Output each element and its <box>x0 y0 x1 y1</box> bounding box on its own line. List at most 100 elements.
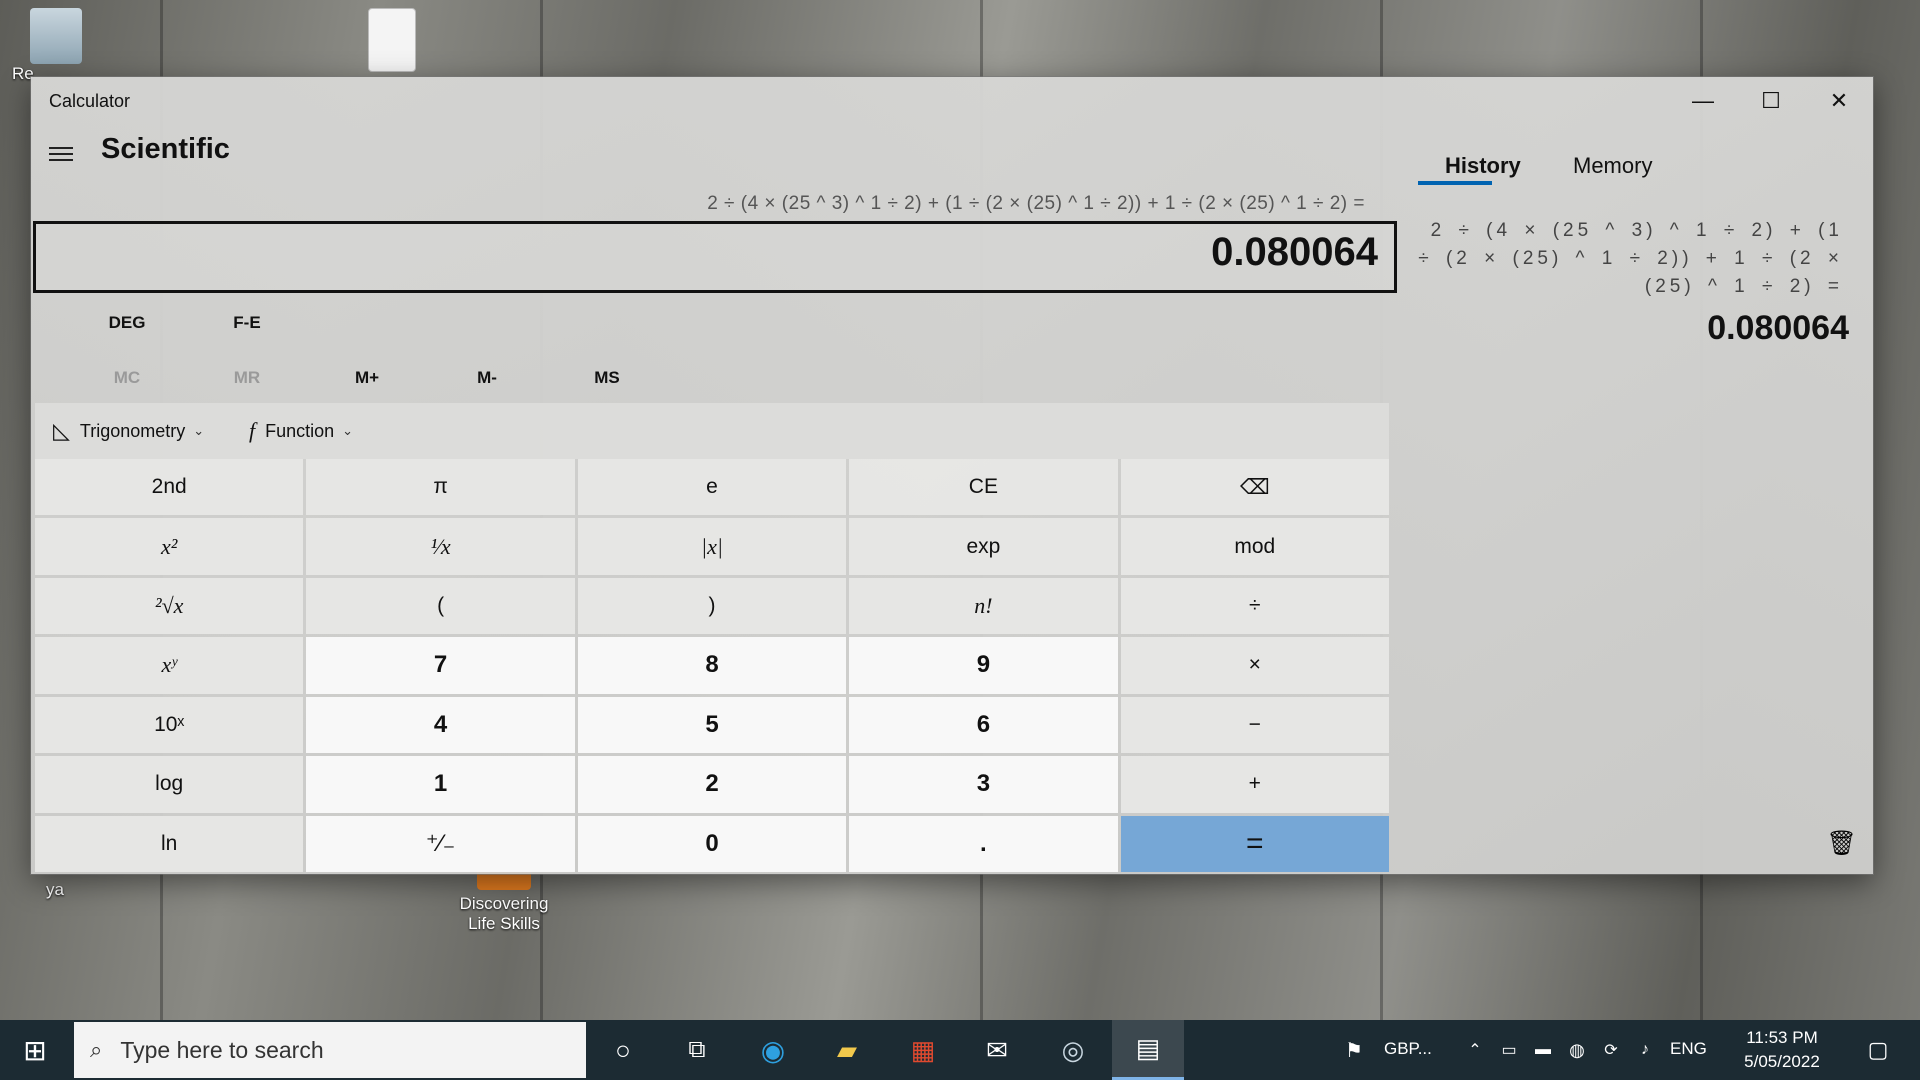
square-root-button[interactable]: ²√x <box>35 577 304 635</box>
absolute-button[interactable]: |x| <box>577 518 847 575</box>
triangle-icon: ◺ <box>53 418 70 443</box>
close-button[interactable]: ✕ <box>1805 77 1873 125</box>
chevron-up-icon[interactable]: ⌃ <box>1460 1020 1490 1080</box>
clear-entry-button[interactable]: CE <box>849 459 1118 516</box>
desktop-icon-recycle-bin[interactable]: Re <box>6 8 106 84</box>
document-icon <box>368 8 416 72</box>
camera-button[interactable]: ◎ <box>1040 1020 1106 1080</box>
digit-5-button[interactable]: 5 <box>577 696 847 754</box>
log-button[interactable]: log <box>35 756 304 813</box>
decimal-button[interactable]: . <box>849 815 1118 872</box>
notifications-icon[interactable]: ▢ <box>1850 1020 1906 1080</box>
factorial-button[interactable]: n! <box>849 577 1118 635</box>
hamburger-icon[interactable] <box>49 143 73 163</box>
memory-clear-button[interactable]: MC <box>67 353 187 403</box>
cortana-button[interactable]: ○ <box>590 1020 656 1080</box>
maximize-button[interactable]: ☐ <box>1737 77 1805 125</box>
open-paren-button[interactable]: ( <box>306 577 575 635</box>
e-button[interactable]: e <box>577 459 847 516</box>
chevron-down-icon: ⌄ <box>193 423 205 438</box>
function-dropdown[interactable]: f Function ⌄ <box>249 403 353 459</box>
clock-time: 11:53 PM <box>1746 1028 1818 1047</box>
digit-3-button[interactable]: 3 <box>849 756 1118 813</box>
digit-2-button[interactable]: 2 <box>577 756 847 813</box>
minimize-button[interactable]: — <box>1669 77 1737 125</box>
cortana-icon: ○ <box>615 1034 631 1065</box>
calculator-taskbar-button[interactable]: ▤ <box>1112 1020 1184 1080</box>
add-button[interactable]: + <box>1120 756 1389 813</box>
search-input[interactable]: ⌕ Type here to search <box>74 1022 586 1078</box>
memory-add-button[interactable]: M+ <box>307 353 427 403</box>
trigonometry-label: Trigonometry <box>79 420 186 441</box>
title-bar[interactable]: Calculator — ☐ ✕ <box>31 77 1873 125</box>
angle-unit-button[interactable]: DEG <box>67 298 187 348</box>
meet-icon[interactable]: ▭ <box>1494 1020 1524 1080</box>
start-button[interactable]: ⊞ <box>0 1020 70 1080</box>
mod-button[interactable]: mod <box>1120 518 1389 575</box>
reciprocal-button[interactable]: ¹⁄x <box>306 518 575 575</box>
pi-button[interactable]: π <box>306 459 575 516</box>
fe-button[interactable]: F-E <box>187 298 307 348</box>
digit-8-button[interactable]: 8 <box>577 637 847 694</box>
digit-0-button[interactable]: 0 <box>577 815 847 872</box>
tab-memory[interactable]: Memory <box>1573 153 1652 179</box>
tab-history[interactable]: History <box>1445 153 1521 179</box>
close-paren-button[interactable]: ) <box>577 577 847 635</box>
memory-recall-button[interactable]: MR <box>187 353 307 403</box>
digit-7-button[interactable]: 7 <box>306 637 575 694</box>
ln-button[interactable]: ln <box>35 815 304 872</box>
desktop-icon-ya[interactable]: ya <box>5 880 105 900</box>
calculator-header: Scientific <box>31 125 1401 185</box>
battery-icon[interactable]: ▬ <box>1528 1020 1558 1080</box>
desktop-icon-document[interactable] <box>342 8 442 72</box>
exp-button[interactable]: exp <box>849 518 1118 575</box>
task-view-button[interactable]: ⧉ <box>664 1020 730 1080</box>
recycle-bin-icon <box>30 8 82 64</box>
ten-power-button[interactable]: 10ˣ <box>35 696 304 754</box>
desktop-icon-label: ya <box>46 880 64 899</box>
task-view-icon: ⧉ <box>688 1036 706 1063</box>
history-entry-result[interactable]: 0.080064 <box>1707 309 1849 348</box>
power-button[interactable]: xʸ <box>35 637 304 694</box>
language-indicator[interactable]: ENG <box>1670 1039 1707 1059</box>
divide-button[interactable]: ÷ <box>1120 577 1389 635</box>
equals-button[interactable]: = <box>1120 815 1389 872</box>
square-button[interactable]: x² <box>35 518 304 575</box>
mail-button[interactable]: ✉ <box>964 1020 1030 1080</box>
file-explorer-button[interactable]: ▰ <box>814 1020 880 1080</box>
expression-display: 2 ÷ (4 × (25 ^ 3) ^ 1 ÷ 2) + (1 ÷ (2 × (… <box>707 193 1365 214</box>
digit-1-button[interactable]: 1 <box>306 756 575 813</box>
digit-4-button[interactable]: 4 <box>306 696 575 754</box>
edge-button[interactable]: ◉ <box>740 1020 806 1080</box>
volume-icon[interactable]: ♪ <box>1630 1020 1660 1080</box>
clock[interactable]: 11:53 PM 5/05/2022 <box>1724 1026 1840 1074</box>
sync-icon[interactable]: ⟳ <box>1596 1020 1626 1080</box>
currency-widget[interactable]: GBP... <box>1384 1039 1432 1059</box>
history-entry-expression[interactable]: 2 ÷ (4 × (25 ^ 3) ^ 1 ÷ 2) + (1 ÷ (2 × (… <box>1403 217 1843 301</box>
trash-icon[interactable]: 🗑 <box>1827 829 1857 858</box>
function-icon: f <box>249 418 256 443</box>
second-button[interactable]: 2nd <box>35 459 304 516</box>
windows-icon: ⊞ <box>23 1034 47 1066</box>
digit-9-button[interactable]: 9 <box>849 637 1118 694</box>
memory-subtract-button[interactable]: M- <box>427 353 547 403</box>
memory-store-button[interactable]: MS <box>547 353 667 403</box>
flag-icon[interactable]: ⚑ <box>1334 1020 1374 1080</box>
maximize-icon: ☐ <box>1761 88 1781 113</box>
trigonometry-dropdown[interactable]: ◺ Trigonometry ⌄ <box>53 403 204 459</box>
negate-button[interactable]: ⁺∕₋ <box>306 815 575 872</box>
store-button[interactable]: ▦ <box>890 1020 956 1080</box>
desktop-icon-discovering-life-skills[interactable]: Discovering Life Skills <box>452 870 556 934</box>
mode-title: Scientific <box>101 133 230 165</box>
subtract-button[interactable]: − <box>1120 696 1389 754</box>
multiply-button[interactable]: × <box>1120 637 1389 694</box>
digit-6-button[interactable]: 6 <box>849 696 1118 754</box>
network-icon[interactable]: ◍ <box>1562 1020 1592 1080</box>
result-value: 0.080064 <box>1211 230 1378 274</box>
mode-row: DEG F-E <box>31 298 1401 348</box>
backspace-button[interactable]: ⌫ <box>1120 459 1389 516</box>
search-placeholder: Type here to search <box>120 1036 324 1063</box>
folder-icon: ▰ <box>837 1034 857 1065</box>
calculator-window: Calculator — ☐ ✕ Scientific 2 ÷ (4 × (25… <box>31 77 1873 874</box>
close-icon: ✕ <box>1829 88 1849 113</box>
